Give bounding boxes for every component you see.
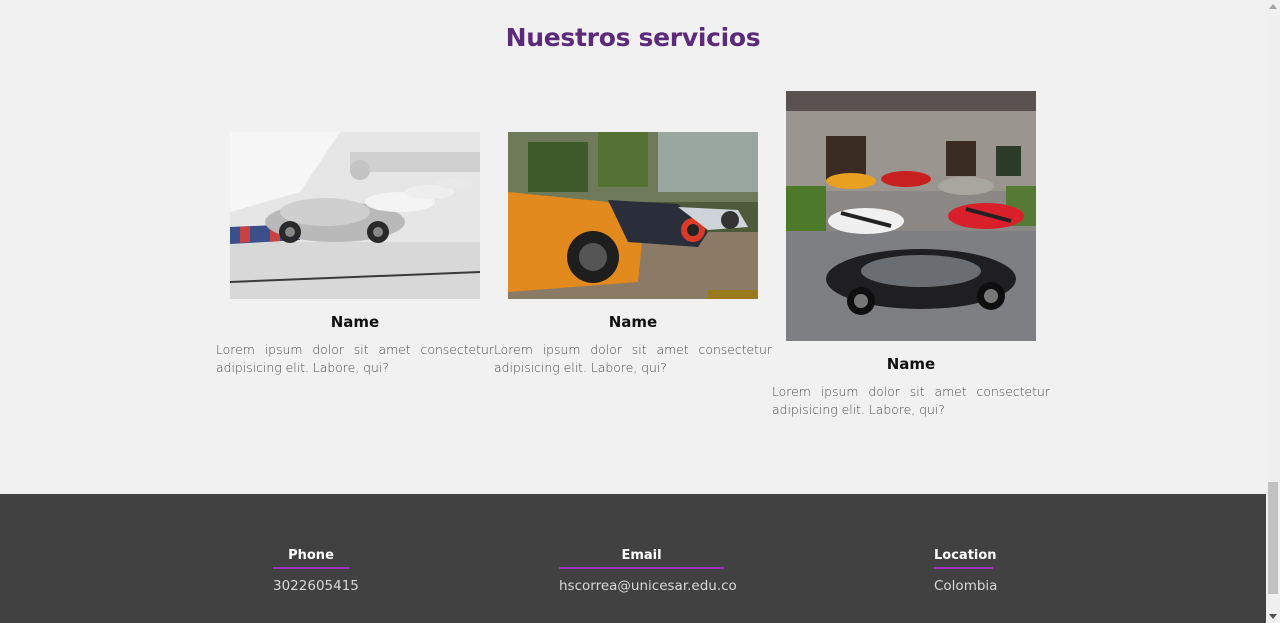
location-value: Colombia [934,578,998,594]
service-card-description: Lorem ipsum dolor sit amet consectetur a… [494,342,772,375]
scroll-up-icon[interactable] [1269,4,1277,9]
phone-value: 3022605415 [273,578,359,594]
footer-phone: Phone 3022605415 [273,544,359,594]
email-value[interactable]: hscorrea@unicesar.edu.co [559,578,737,594]
footer-email: Email hscorrea@unicesar.edu.co [559,544,737,594]
scrollbar-thumb[interactable] [1268,482,1278,594]
phone-label: Phone [273,548,349,569]
email-label: Email [559,548,724,569]
service-image-mansion-cars [786,91,1036,341]
service-card-description: Lorem ipsum dolor sit amet consectetur a… [772,384,1050,417]
location-label: Location [934,548,997,569]
service-card-name: Name [886,355,936,373]
service-image-porsche [230,132,480,299]
service-image-supercars [508,132,758,299]
footer: Phone 3022605415 Email hscorrea@unicesar… [0,494,1266,623]
service-card-name: Name [330,313,380,331]
scroll-down-icon[interactable] [1269,614,1277,619]
service-card-name: Name [608,313,658,331]
section-title: Nuestros servicios [505,22,761,52]
service-card-description: Lorem ipsum dolor sit amet consectetur a… [216,342,494,375]
page-scrollbar[interactable] [1266,0,1280,623]
footer-location: Location Colombia [934,544,998,594]
